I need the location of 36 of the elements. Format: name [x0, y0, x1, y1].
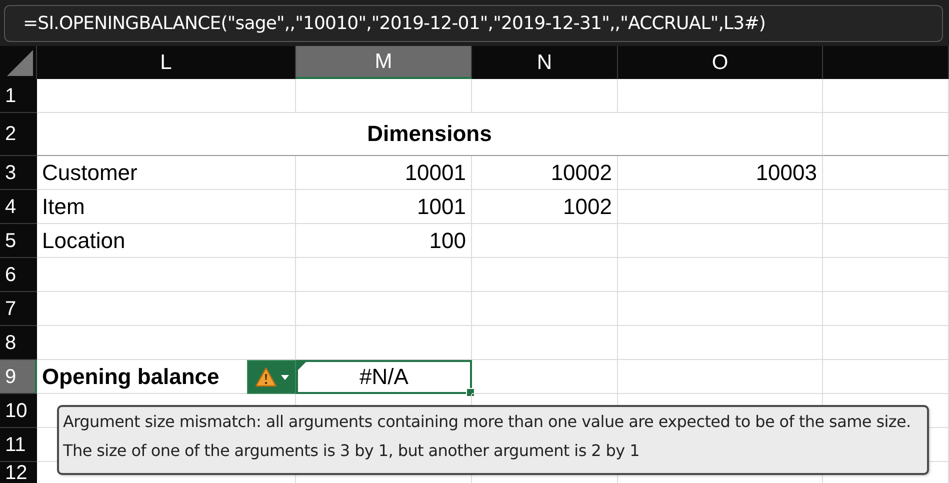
row-header[interactable]: 6	[0, 258, 37, 292]
error-value[interactable]: #N/A	[296, 360, 472, 394]
row-header[interactable]: 5	[0, 224, 37, 258]
fill-handle[interactable]	[466, 388, 475, 397]
row-header[interactable]: 3	[0, 156, 37, 190]
row-header[interactable]: 2	[0, 113, 37, 156]
column-header[interactable]: N	[472, 46, 618, 79]
table-cell: Customer	[37, 156, 296, 190]
table-cell: 1001	[296, 190, 472, 224]
row-header[interactable]: 1	[0, 79, 37, 113]
column-header[interactable]: M	[296, 46, 472, 79]
select-all-icon[interactable]	[7, 50, 33, 76]
row-header[interactable]: 10	[0, 394, 37, 428]
warning-icon	[254, 367, 276, 387]
caret-icon	[280, 374, 288, 380]
table-cell: 100	[296, 224, 472, 258]
formula-field[interactable]: =SI.OPENINGBALANCE("sage",,"10010","2019-12-01","2019-12-31",,"ACCRUAL",L3#)	[4, 5, 943, 42]
row-header[interactable]: 9	[0, 360, 37, 394]
error-triangle-icon	[298, 362, 306, 370]
table-cell: 10001	[296, 156, 472, 190]
error-options-button[interactable]	[247, 360, 296, 394]
row-header[interactable]: 12	[0, 462, 37, 483]
tooltip-text: The size of one of the arguments is 3 by 1, but another argument is 2 by 1	[63, 440, 640, 462]
table-cell: Item	[37, 190, 296, 224]
row-header[interactable]: 8	[0, 326, 37, 360]
table-cell: 10002	[472, 156, 618, 190]
table-cell: 1002	[472, 190, 618, 224]
table-heading: Dimensions	[37, 113, 823, 156]
column-header[interactable]: O	[618, 46, 823, 79]
table-cell: 10003	[618, 156, 823, 190]
table-cell: Location	[37, 224, 296, 258]
tooltip-text: Argument size mismatch: all arguments containing more than one value are expected to be of the same size.	[63, 411, 911, 433]
row-header[interactable]: 4	[0, 190, 37, 224]
row-header[interactable]: 7	[0, 292, 37, 326]
row-header[interactable]: 11	[0, 428, 37, 462]
column-header[interactable]: L	[37, 46, 296, 79]
